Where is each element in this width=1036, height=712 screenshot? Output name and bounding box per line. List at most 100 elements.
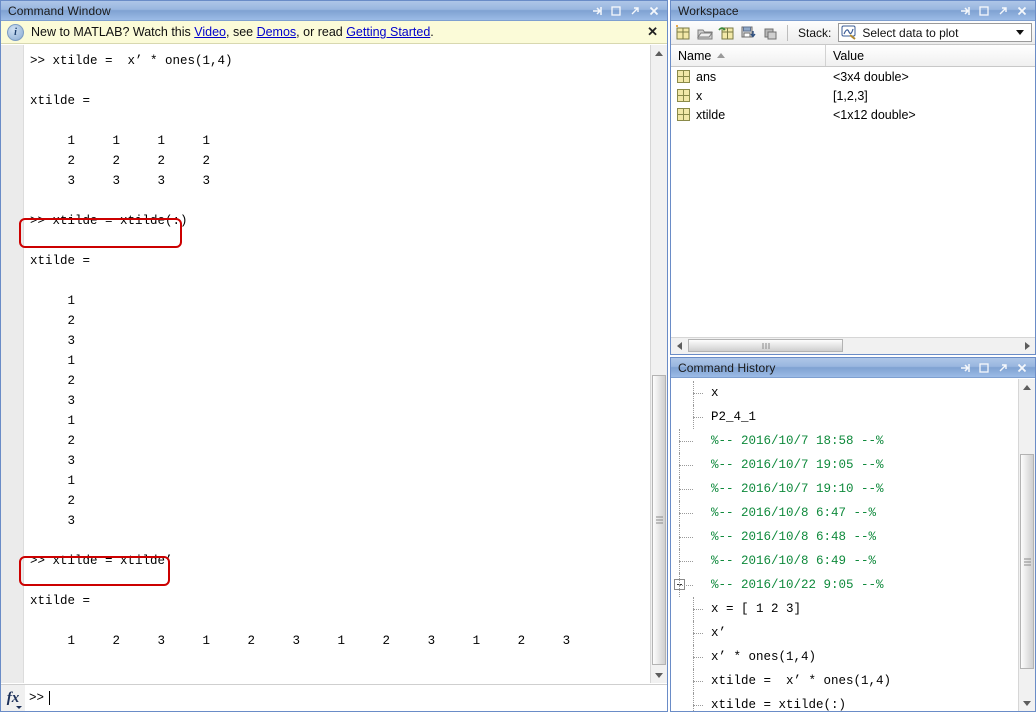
output-line: 3 bbox=[30, 511, 667, 531]
output-line: 2 bbox=[30, 371, 667, 391]
tree-connector bbox=[671, 381, 711, 405]
column-header-value[interactable]: Value bbox=[826, 45, 1035, 66]
maximize-icon[interactable] bbox=[610, 5, 622, 17]
undock-icon[interactable] bbox=[629, 5, 641, 17]
history-command[interactable]: xtilde = x’ * ones(1,4) bbox=[671, 669, 1019, 693]
undock-icon[interactable] bbox=[997, 362, 1009, 374]
workspace-titlebar-buttons bbox=[959, 5, 1032, 17]
command-window-titlebar-buttons bbox=[591, 5, 664, 17]
output-line: >> xtilde = xtilde’ bbox=[30, 551, 667, 571]
notice-text: New to MATLAB? Watch this Video, see Dem… bbox=[31, 25, 644, 39]
history-command[interactable]: x’ * ones(1,4) bbox=[671, 645, 1019, 669]
new-variable-icon[interactable] bbox=[674, 24, 692, 42]
column-header-value-label: Value bbox=[833, 49, 864, 63]
scroll-up-icon[interactable] bbox=[651, 45, 667, 61]
history-command[interactable]: P2_4_1 bbox=[671, 405, 1019, 429]
command-history-list[interactable]: x P2_4_1 %-- 2016/10/7 18:58 --% %-- 2016/1… bbox=[671, 379, 1019, 711]
command-history-vertical-scrollbar[interactable] bbox=[1018, 379, 1035, 711]
command-history-scroll-thumb[interactable] bbox=[1020, 454, 1034, 669]
prompt-chars: >> bbox=[29, 691, 44, 705]
scroll-right-icon[interactable] bbox=[1019, 338, 1035, 354]
output-blank-line bbox=[30, 571, 667, 591]
command-window-prompt-row[interactable]: fx >> bbox=[1, 684, 667, 711]
output-blank-line bbox=[30, 611, 667, 631]
dock-icon[interactable] bbox=[959, 362, 971, 374]
scroll-up-icon[interactable] bbox=[1019, 379, 1035, 395]
output-blank-line bbox=[30, 191, 667, 211]
history-entry-text: x bbox=[711, 386, 719, 400]
maximize-icon[interactable] bbox=[978, 362, 990, 374]
stack-label: Stack: bbox=[798, 26, 831, 40]
command-window-gutter bbox=[1, 45, 24, 683]
scroll-down-icon[interactable] bbox=[1019, 695, 1035, 711]
workspace-row[interactable]: xtilde<1x12 double> bbox=[671, 105, 1035, 124]
open-variable-icon[interactable] bbox=[696, 24, 714, 42]
tree-connector bbox=[671, 525, 711, 549]
command-window-panel: Command Window bbox=[0, 0, 668, 712]
dock-icon[interactable] bbox=[959, 5, 971, 17]
history-entry-text: %-- 2016/10/8 6:47 --% bbox=[711, 506, 876, 520]
history-timestamp[interactable]: %-- 2016/10/7 19:05 --% bbox=[671, 453, 1019, 477]
tree-connector bbox=[671, 501, 711, 525]
history-timestamp[interactable]: %-- 2016/10/8 6:49 --% bbox=[671, 549, 1019, 573]
history-timestamp[interactable]: %-- 2016/10/7 18:58 --% bbox=[671, 429, 1019, 453]
history-timestamp[interactable]: %-- 2016/10/8 6:47 --% bbox=[671, 501, 1019, 525]
command-history-title: Command History bbox=[678, 361, 959, 375]
tree-connector bbox=[671, 429, 711, 453]
history-entry-text: %-- 2016/10/8 6:49 --% bbox=[711, 554, 876, 568]
workspace-hscroll-thumb[interactable] bbox=[688, 339, 843, 352]
matrix-variable-icon bbox=[677, 89, 690, 102]
column-header-name[interactable]: Name bbox=[671, 45, 826, 66]
notice-mid1: , see bbox=[226, 25, 257, 39]
workspace-row[interactable]: ans<3x4 double> bbox=[671, 67, 1035, 86]
workspace-title: Workspace bbox=[678, 4, 959, 18]
history-command[interactable]: x bbox=[671, 381, 1019, 405]
notice-close-icon[interactable]: ✕ bbox=[644, 24, 661, 40]
workspace-row[interactable]: x[1,2,3] bbox=[671, 86, 1035, 105]
history-command[interactable]: xtilde = xtilde(:) bbox=[671, 693, 1019, 711]
scroll-left-icon[interactable] bbox=[671, 338, 687, 354]
command-window-title: Command Window bbox=[8, 4, 591, 18]
workspace-variable-list[interactable]: ans<3x4 double>x[1,2,3]xtilde<1x12 doubl… bbox=[671, 67, 1035, 336]
close-icon[interactable] bbox=[1016, 362, 1028, 374]
notice-suffix: . bbox=[430, 25, 433, 39]
history-command[interactable]: x = [ 1 2 3] bbox=[671, 597, 1019, 621]
output-blank-line bbox=[30, 71, 667, 91]
save-workspace-icon[interactable] bbox=[740, 24, 758, 42]
function-browser-icon[interactable]: fx bbox=[1, 685, 25, 711]
close-icon[interactable] bbox=[1016, 5, 1028, 17]
output-line: 2 bbox=[30, 431, 667, 451]
chevron-down-icon[interactable] bbox=[1016, 30, 1024, 35]
matrix-variable-icon bbox=[677, 108, 690, 121]
undock-icon[interactable] bbox=[997, 5, 1009, 17]
info-icon: i bbox=[7, 24, 24, 41]
command-history-titlebar-buttons bbox=[959, 362, 1032, 374]
command-window-output[interactable]: >> xtilde = x’ * ones(1,4)xtilde = 1 1 1… bbox=[24, 45, 667, 683]
workspace-column-headers: Name Value bbox=[671, 45, 1035, 67]
video-link[interactable]: Video bbox=[194, 25, 226, 39]
close-icon[interactable] bbox=[648, 5, 660, 17]
dock-icon[interactable] bbox=[591, 5, 603, 17]
workspace-variable-name: x bbox=[696, 89, 702, 103]
history-timestamp[interactable]: %-- 2016/10/7 19:10 --% bbox=[671, 477, 1019, 501]
workspace-horizontal-scrollbar[interactable] bbox=[671, 337, 1035, 354]
workspace-variable-value: <1x12 double> bbox=[826, 108, 1035, 122]
import-data-icon[interactable] bbox=[718, 24, 736, 42]
history-entry-text: %-- 2016/10/7 18:58 --% bbox=[711, 434, 884, 448]
history-timestamp[interactable]: %-- 2016/10/8 6:48 --% bbox=[671, 525, 1019, 549]
getting-started-link[interactable]: Getting Started bbox=[346, 25, 430, 39]
output-blank-line bbox=[30, 111, 667, 131]
command-window-vertical-scrollbar[interactable] bbox=[650, 45, 667, 683]
scroll-down-icon[interactable] bbox=[651, 667, 667, 683]
maximize-icon[interactable] bbox=[978, 5, 990, 17]
history-timestamp[interactable]: %-- 2016/10/22 9:05 --% bbox=[671, 573, 1019, 597]
column-header-name-label: Name bbox=[678, 49, 711, 63]
history-entry-text: P2_4_1 bbox=[711, 410, 756, 424]
workspace-row-name-cell: xtilde bbox=[671, 108, 826, 122]
command-window-scroll-thumb[interactable] bbox=[652, 375, 666, 665]
demos-link[interactable]: Demos bbox=[257, 25, 297, 39]
output-line: 3 bbox=[30, 451, 667, 471]
history-command[interactable]: x’ bbox=[671, 621, 1019, 645]
delete-icon[interactable] bbox=[762, 24, 780, 42]
plot-data-selector[interactable]: Select data to plot bbox=[838, 23, 1032, 42]
